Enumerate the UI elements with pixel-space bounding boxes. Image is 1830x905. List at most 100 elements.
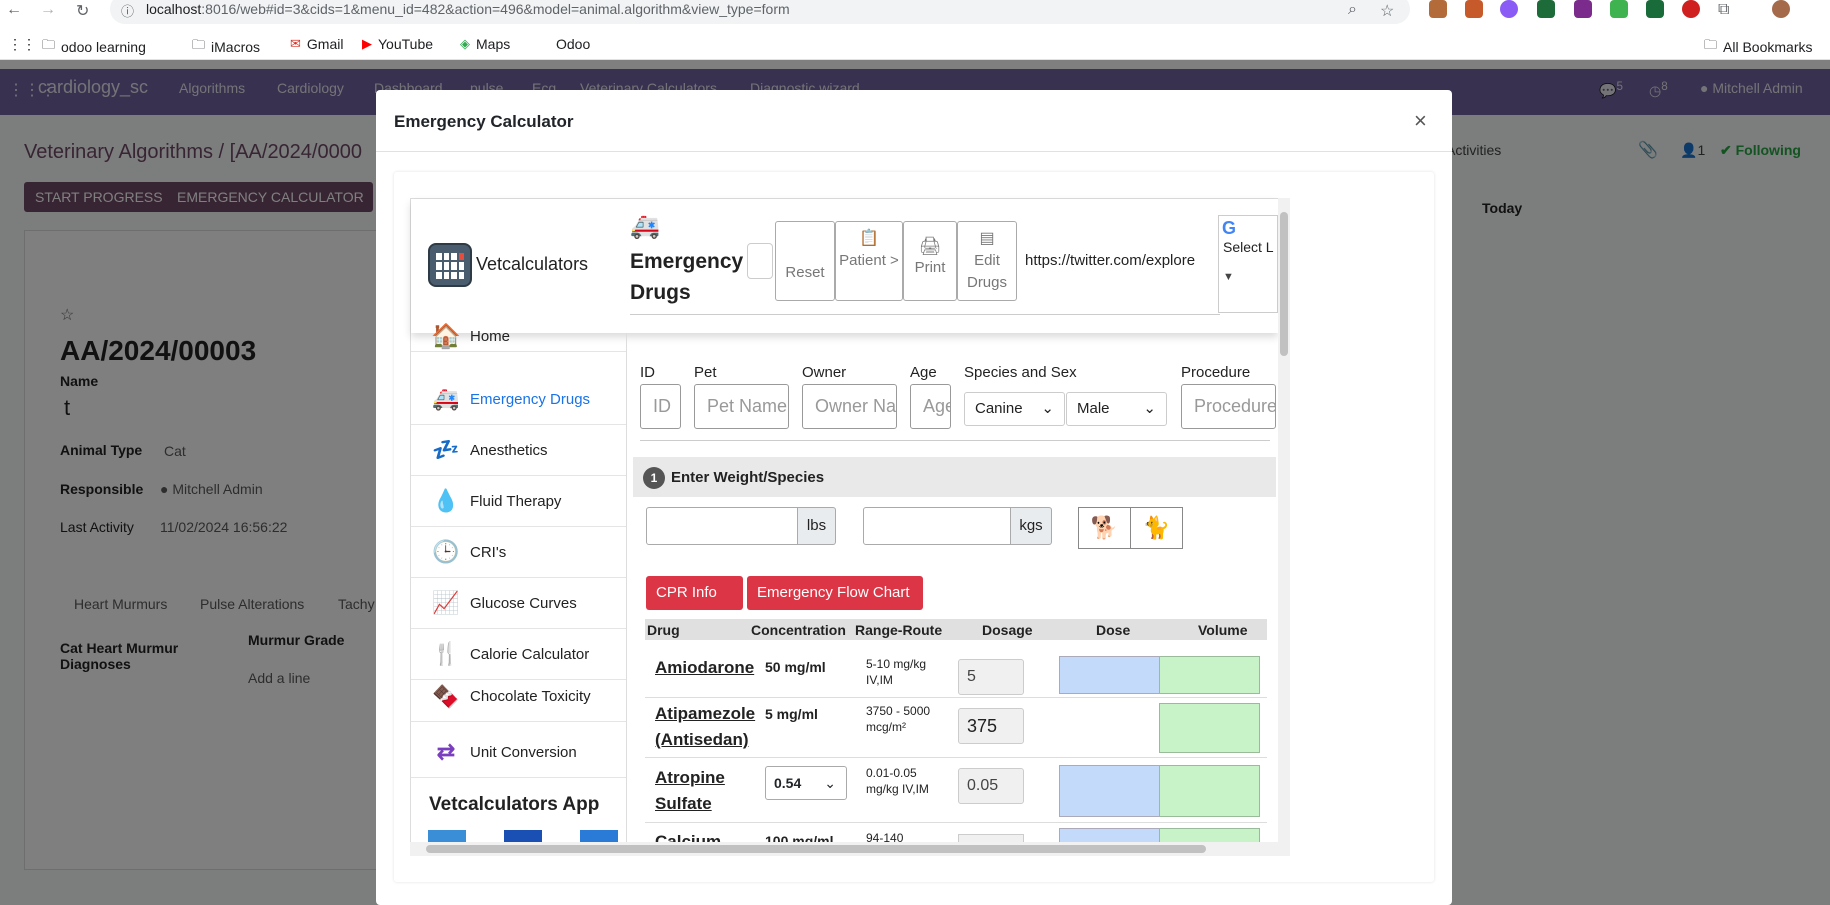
species-value: Canine xyxy=(975,400,1023,417)
weight-lbs-input[interactable] xyxy=(646,507,798,545)
header-checkbox[interactable] xyxy=(747,243,773,279)
drug-name-link[interactable]: Atipamezole (Antisedan) xyxy=(655,701,765,753)
row-divider xyxy=(645,697,1267,698)
bookmark-star-icon[interactable]: ☆ xyxy=(1380,1,1394,21)
sidebar-item-anesthetics[interactable]: 💤 Anesthetics xyxy=(411,425,627,476)
extension-icon[interactable] xyxy=(1429,0,1447,18)
emergency-flow-chart-button[interactable]: Emergency Flow Chart xyxy=(747,576,923,610)
dose-output xyxy=(1059,765,1161,817)
extension-icon[interactable] xyxy=(1537,0,1555,18)
sidebar-label: Calorie Calculator xyxy=(470,645,590,663)
reset-button[interactable]: Reset xyxy=(775,221,835,301)
sidebar-label: Unit Conversion xyxy=(470,743,577,761)
sidebar-item-home[interactable]: 🏠 Home xyxy=(411,322,627,352)
weight-kgs-input[interactable] xyxy=(863,507,1011,545)
extension-icon[interactable] xyxy=(1574,0,1592,18)
chevron-down-icon: ⌄ xyxy=(1041,400,1054,417)
sidebar-item-glucose-curves[interactable]: 📈 Glucose Curves xyxy=(411,578,627,629)
patient-button[interactable]: 📋 Patient > xyxy=(835,221,903,301)
calculator-logo-icon xyxy=(428,243,472,287)
extensions-puzzle-icon[interactable]: ⧉ xyxy=(1718,1,1729,19)
apps-grid-icon[interactable]: ⋮⋮ xyxy=(8,36,36,53)
edit-drugs-button[interactable]: ▤ Edit Drugs xyxy=(957,221,1017,301)
drug-range-route: 94-140 xyxy=(866,831,904,842)
cpr-info-button[interactable]: CPR Info ⌄ xyxy=(646,576,743,635)
sidebar-label: Glucose Curves xyxy=(470,594,577,612)
sex-value: Male xyxy=(1077,400,1110,417)
horizontal-scrollbar-thumb[interactable] xyxy=(426,845,1206,853)
print-button[interactable]: 🖨 Print xyxy=(903,221,957,301)
dog-icon[interactable]: 🐕 xyxy=(1078,507,1131,549)
sidebar-item-chocolate-toxicity[interactable]: 🍫 Chocolate Toxicity xyxy=(411,672,627,722)
form-divider xyxy=(640,440,1270,441)
calculator-keys xyxy=(436,253,464,279)
sidebar-item-emergency-drugs[interactable]: 🚑 Emergency Drugs xyxy=(411,374,627,425)
list-icon: ▤ xyxy=(979,230,995,247)
dosage-input[interactable]: 0.05 xyxy=(958,768,1024,804)
pet-name-input[interactable]: Pet Name xyxy=(694,384,789,429)
bookmark-maps[interactable]: ◈ Maps xyxy=(460,36,510,52)
all-bookmarks[interactable]: 🗀 All Bookmarks xyxy=(1704,36,1812,58)
owner-name-input[interactable]: Owner Name xyxy=(802,384,897,429)
clock-icon: 🕒 xyxy=(432,539,460,564)
home-icon: 🏠 xyxy=(431,323,461,350)
dose-output xyxy=(1059,828,1161,842)
dosage-input[interactable]: 5 xyxy=(958,659,1024,695)
profile-avatar[interactable] xyxy=(1772,0,1790,18)
drug-name-link[interactable]: Atropine Sulfate xyxy=(655,765,745,817)
google-translate-select[interactable]: G Select L ▼ xyxy=(1218,215,1278,313)
drug-concentration: 5 mg/ml xyxy=(765,706,818,722)
bookmark-gmail[interactable]: ✉ Gmail xyxy=(290,36,343,52)
sidebar-label: Chocolate Toxicity xyxy=(470,688,591,705)
url-text[interactable]: localhost:8016/web#id=3&cids=1&menu_id=4… xyxy=(146,0,790,18)
bookmark-odoo[interactable]: Odoo xyxy=(556,36,590,52)
dosage-input[interactable] xyxy=(958,834,1024,842)
extension-icon[interactable] xyxy=(1610,0,1628,18)
bookmark-odoo-learning[interactable]: 🗀 odoo learning xyxy=(42,36,146,58)
concentration-value: 0.54 xyxy=(774,775,802,791)
sidebar-item-fluid-therapy[interactable]: 💧 Fluid Therapy xyxy=(411,476,627,527)
back-icon[interactable]: ← xyxy=(6,1,22,19)
modal-title: Emergency Calculator xyxy=(394,112,574,131)
extension-icon[interactable] xyxy=(1682,0,1700,18)
vertical-scrollbar-thumb[interactable] xyxy=(1280,212,1288,356)
bookmark-youtube[interactable]: ▶ YouTube xyxy=(362,36,433,52)
kgs-unit: kgs xyxy=(1011,507,1052,545)
concentration-select[interactable]: 0.54 ⌄ xyxy=(765,766,847,800)
zoom-icon[interactable]: ⌕ xyxy=(1348,1,1357,19)
extension-icon[interactable] xyxy=(1500,0,1518,18)
patient-label: Patient > xyxy=(839,252,899,269)
drug-table-header xyxy=(645,619,1267,640)
cat-icon[interactable]: 🐈 xyxy=(1130,507,1183,549)
sex-select[interactable]: Male ⌄ xyxy=(1066,392,1167,426)
dosage-input[interactable]: 375 xyxy=(958,708,1024,744)
sidebar-label: Anesthetics xyxy=(470,441,548,459)
forward-icon[interactable]: → xyxy=(40,1,56,19)
ambulance-icon: 🚑 xyxy=(432,386,460,411)
dose-output xyxy=(1059,656,1161,694)
sidebar-item-cris[interactable]: 🕒 CRI's xyxy=(411,527,627,578)
step-number-badge: 1 xyxy=(643,467,665,489)
reload-icon[interactable]: ↻ xyxy=(76,1,89,21)
id-input[interactable]: ID xyxy=(640,384,681,429)
extension-icon[interactable] xyxy=(1465,0,1483,18)
extension-icon[interactable] xyxy=(1646,0,1664,18)
drug-name-link[interactable]: Amiodarone xyxy=(655,655,754,681)
app-store-badges[interactable] xyxy=(428,830,618,842)
twitter-link[interactable]: https://twitter.com/explore xyxy=(1025,252,1195,269)
droplet-icon: 💧 xyxy=(432,488,460,513)
col-volume: Volume xyxy=(1198,622,1248,638)
bookmark-imacros[interactable]: 🗀 iMacros xyxy=(192,36,260,58)
col-drug: Drug xyxy=(647,622,680,638)
sidebar-item-unit-conversion[interactable]: ⇄ Unit Conversion xyxy=(411,727,627,778)
pet-label: Pet xyxy=(694,364,717,381)
drug-name-link[interactable]: Calcium xyxy=(655,829,721,842)
species-select[interactable]: Canine ⌄ xyxy=(964,392,1065,426)
drug-row-partial: Calcium 100 mg/ml 94-140 xyxy=(645,826,1275,842)
google-icon: G xyxy=(1222,218,1237,238)
procedure-input[interactable]: Procedure xyxy=(1181,384,1276,429)
age-input[interactable]: Age xyxy=(910,384,951,429)
site-info-icon[interactable]: ⓘ xyxy=(121,1,134,20)
close-icon[interactable]: × xyxy=(1414,108,1427,134)
brand-name[interactable]: Vetcalculators xyxy=(476,254,588,275)
